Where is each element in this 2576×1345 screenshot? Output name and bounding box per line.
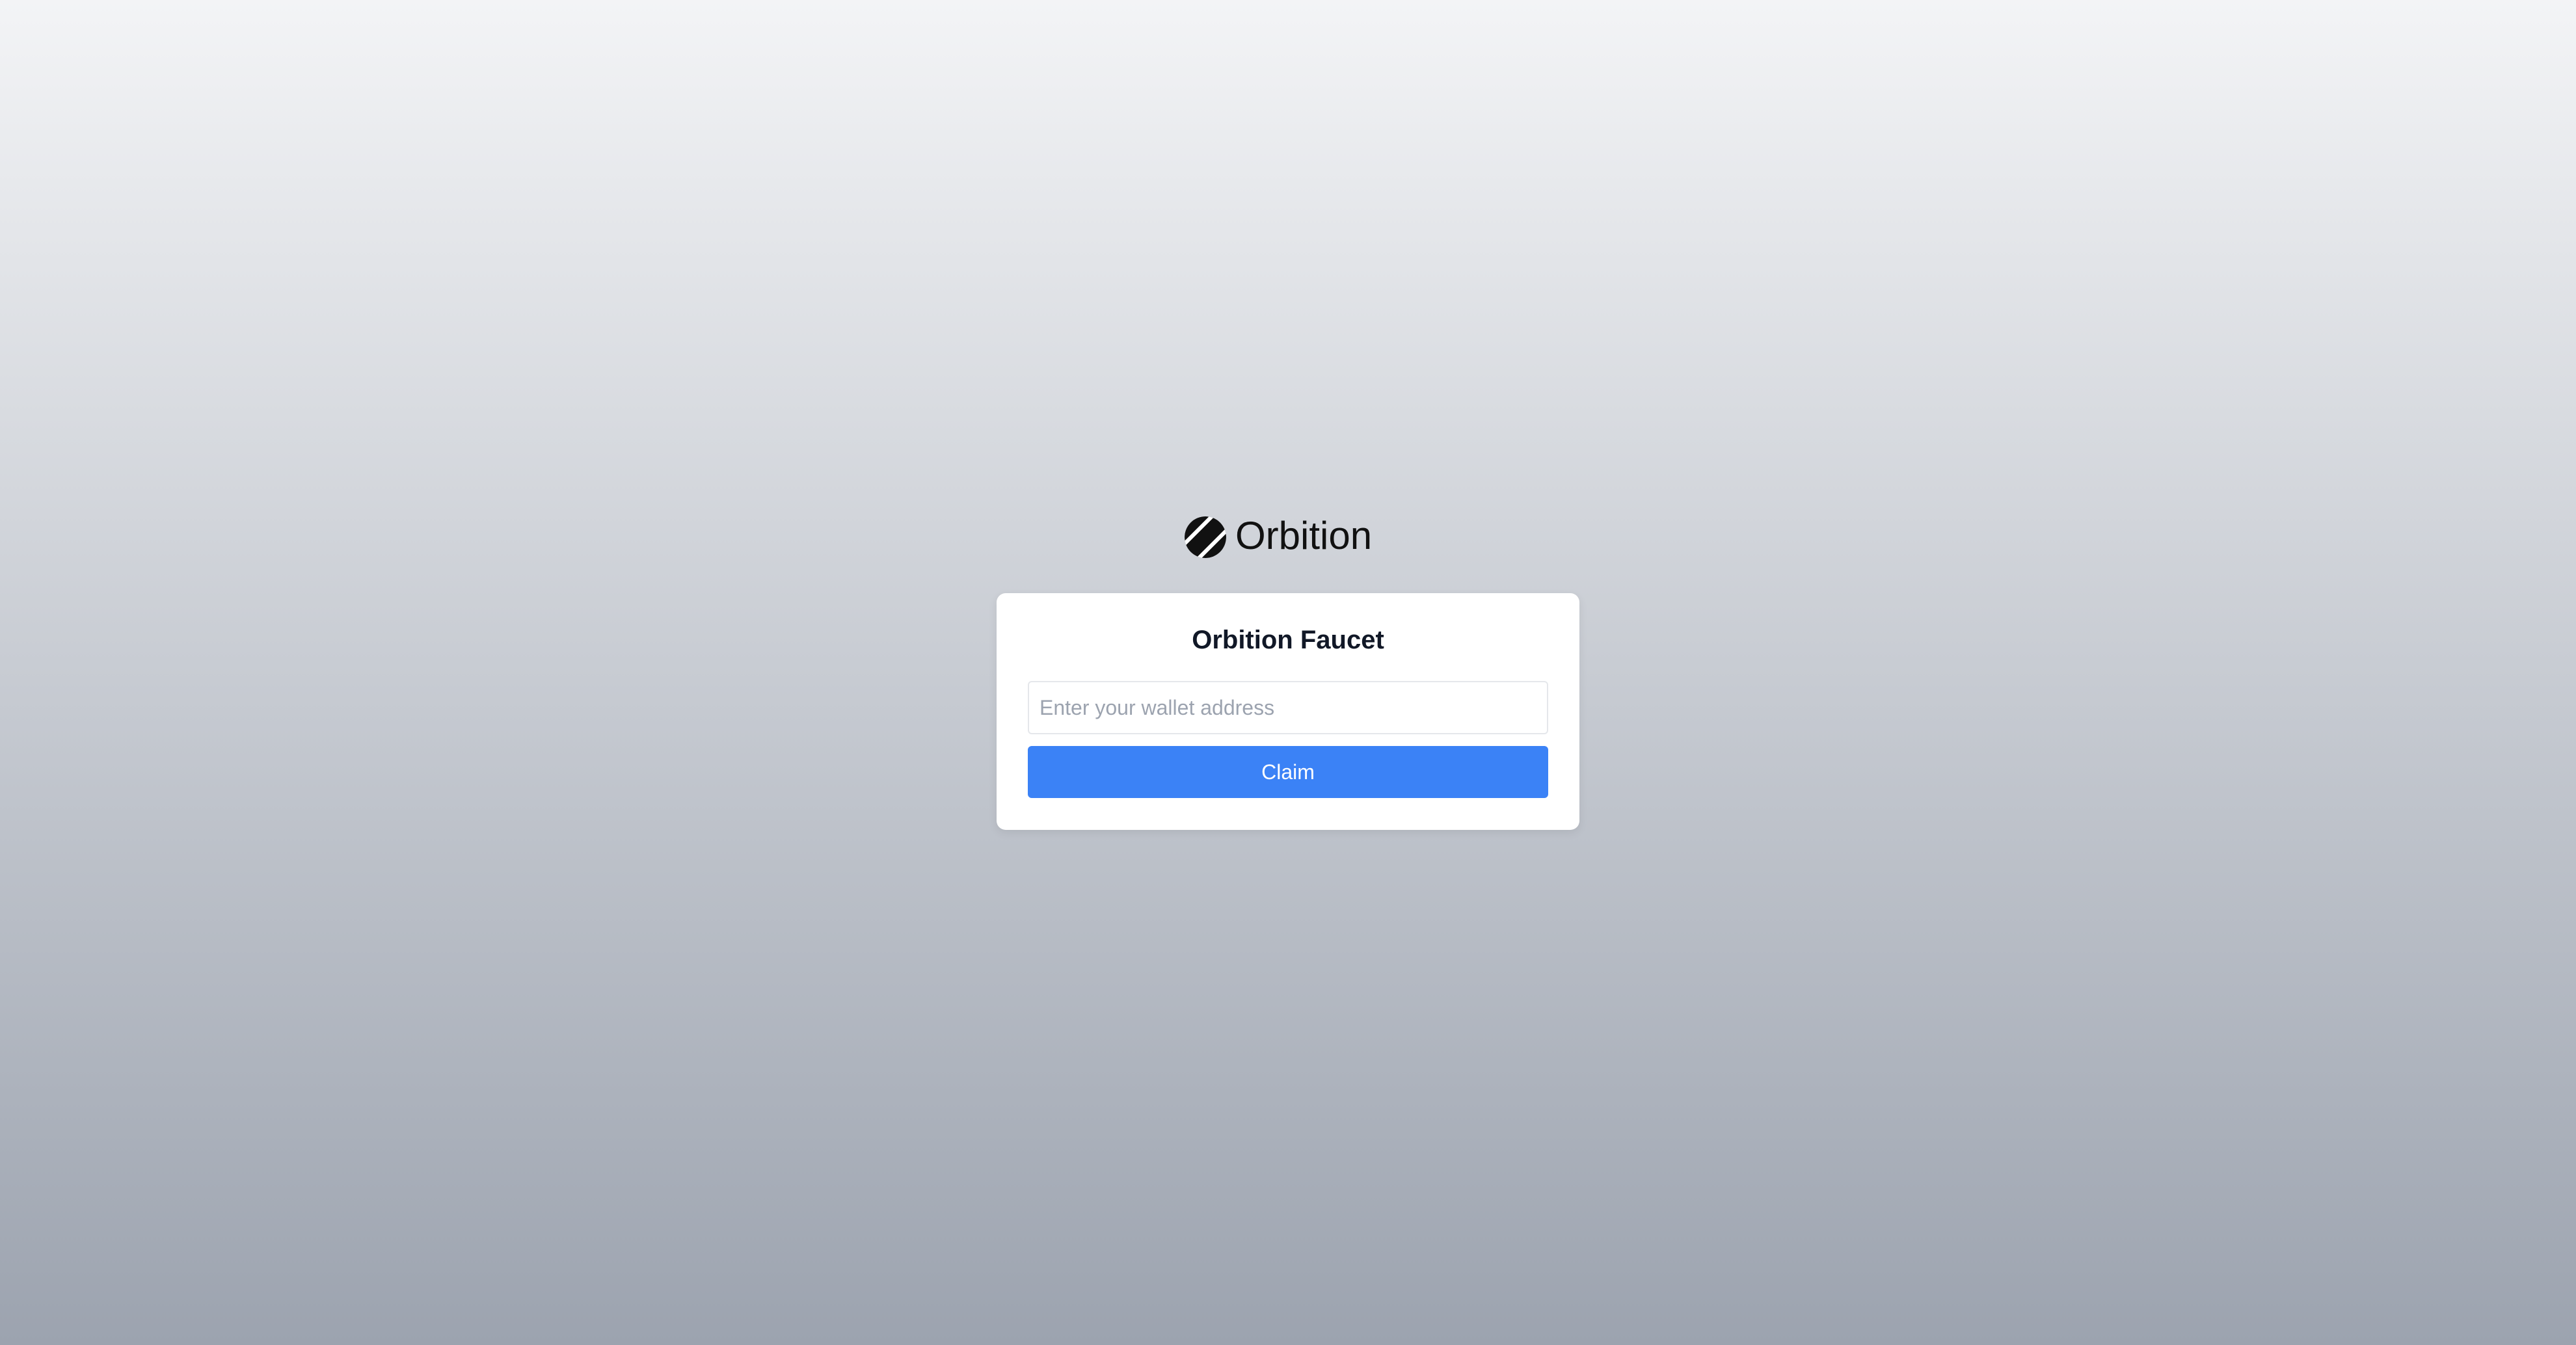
orbition-logo-icon xyxy=(1185,516,1226,558)
brand-name: Orbition xyxy=(1235,514,1372,557)
wallet-address-input[interactable] xyxy=(1028,681,1548,734)
brand-logo: Orbition xyxy=(1183,514,1391,561)
faucet-card: Orbition Faucet Claim xyxy=(997,593,1579,830)
page-title: Orbition Faucet xyxy=(1192,626,1384,654)
claim-button[interactable]: Claim xyxy=(1028,746,1548,798)
brand-wordmark: Orbition xyxy=(1235,514,1372,557)
